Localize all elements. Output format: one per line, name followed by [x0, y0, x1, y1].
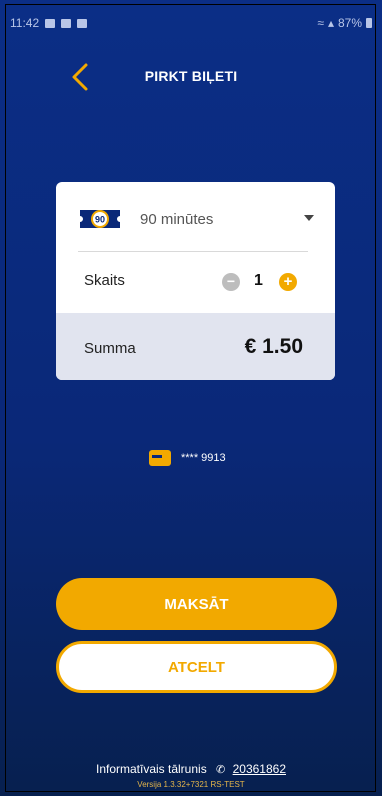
- credit-card-icon: [149, 450, 171, 466]
- status-bar: 11:42 ≈ ▴ 87%: [10, 14, 372, 32]
- photo-notification-icon: [45, 18, 56, 28]
- signal-icon: ▴: [327, 16, 334, 30]
- ticket-icon: 90: [78, 204, 122, 234]
- status-time: 11:42: [10, 16, 40, 30]
- sum-label: Summa: [84, 340, 136, 357]
- status-left: 11:42: [10, 16, 88, 30]
- payment-card-selector[interactable]: **** 9913: [149, 450, 226, 466]
- ticket-icon-label: 90: [95, 215, 105, 225]
- quantity-value: 1: [254, 272, 263, 289]
- phone-label: Informatīvais tālrunis: [95, 762, 207, 776]
- increase-button[interactable]: +: [279, 273, 297, 291]
- app-notification-icon: [61, 18, 72, 28]
- cancel-button[interactable]: ATCELT: [56, 641, 337, 693]
- status-right: ≈ ▴ 87%: [317, 16, 372, 30]
- wifi-icon: ≈: [317, 16, 324, 30]
- sum-area: Summa € 1.50: [56, 313, 335, 380]
- quantity-label: Skaits: [84, 272, 125, 289]
- phone-number-link[interactable]: 20361862: [233, 762, 286, 776]
- phone-icon: ✆: [216, 764, 226, 776]
- purchase-card: 90 90 minūtes Skaits − 1 + Summa € 1.50: [56, 182, 335, 380]
- divider: [78, 251, 308, 252]
- sum-value: € 1.50: [244, 335, 303, 358]
- chevron-down-icon: [304, 215, 314, 221]
- battery-icon: [366, 18, 372, 28]
- version-text: Versija 1.3.32+7321 RS-TEST: [137, 780, 245, 789]
- pay-button[interactable]: MAKSĀT: [56, 578, 337, 630]
- quantity-row: Skaits − 1 +: [84, 272, 314, 296]
- ticket-name: 90 minūtes: [140, 210, 214, 228]
- page-title: PIRKT BIĻETI: [144, 68, 238, 84]
- mail-notification-icon: [77, 18, 88, 28]
- footer-info: Informatīvais tālrunis ✆ 20361862: [0, 762, 382, 776]
- battery-percent: 87%: [337, 16, 362, 30]
- decrease-button[interactable]: −: [222, 273, 240, 291]
- masked-card-number: **** 9913: [181, 452, 226, 464]
- ticket-type-select[interactable]: 90 90 minūtes: [78, 202, 314, 236]
